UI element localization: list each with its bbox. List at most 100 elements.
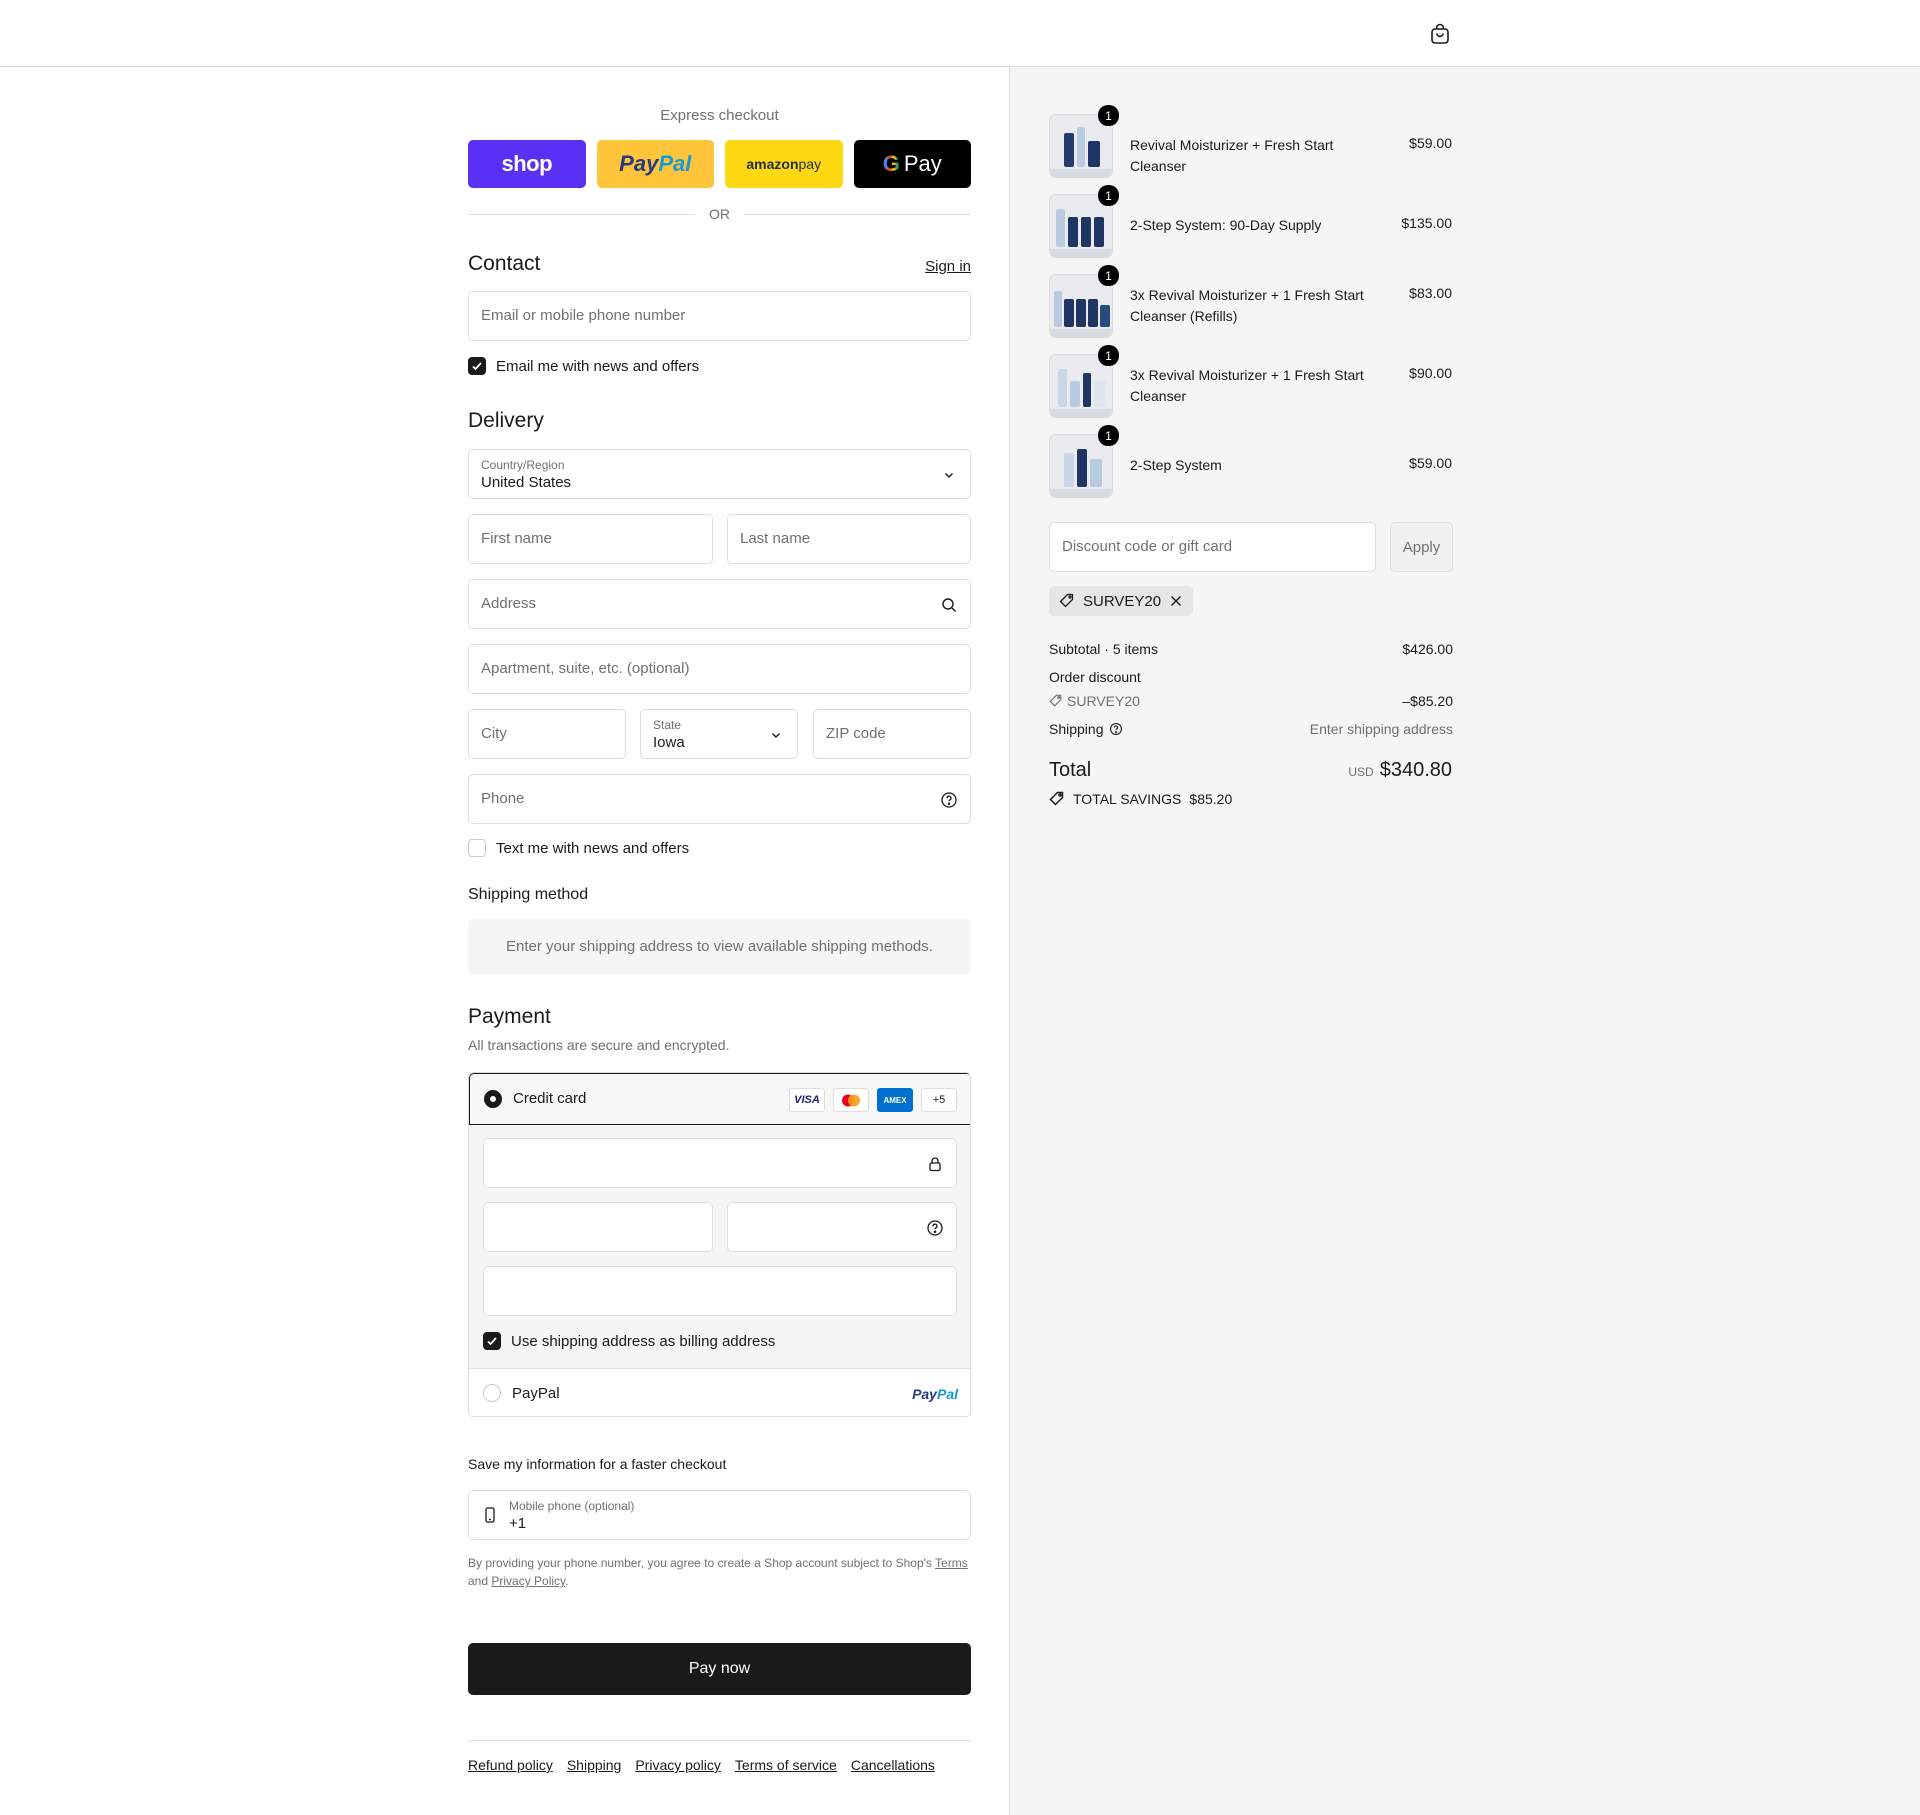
last-name-field[interactable]: Last name (727, 514, 971, 564)
security-code-field[interactable] (727, 1202, 957, 1252)
more-cards-badge: +5 (921, 1088, 957, 1112)
country-select[interactable]: Country/Region United States (468, 449, 971, 499)
cart-item: 1 3x Revival Moisturizer + 1 Fresh Start… (1049, 345, 1452, 418)
order-discount-row: Order discount (1049, 669, 1141, 685)
name-on-card-field[interactable] (483, 1266, 957, 1316)
visa-icon: VISA (789, 1088, 825, 1112)
checkmark-icon (472, 362, 482, 371)
amex-icon: AMEX (877, 1088, 913, 1112)
refund-policy-link[interactable]: Refund policy (468, 1757, 553, 1773)
paypal-radio[interactable] (483, 1384, 501, 1402)
cancellations-link[interactable]: Cancellations (851, 1757, 935, 1773)
discount-code-row: SURVEY20 –$85.20 (1049, 693, 1453, 711)
expiration-field[interactable] (483, 1202, 713, 1252)
card-logos: VISA AMEX +5 (789, 1088, 957, 1112)
email-field[interactable]: Email or mobile phone number (468, 291, 971, 341)
payment-description: All transactions are secure and encrypte… (468, 1037, 730, 1053)
help-circle-icon[interactable] (1109, 722, 1123, 736)
email-news-label: Email me with news and offers (496, 357, 700, 375)
total-value: USD $340.80 (1348, 759, 1452, 781)
sign-in-link[interactable]: Sign in (925, 258, 971, 275)
paypal-button[interactable]: Pay Pal (596, 140, 714, 188)
shop-pay-button[interactable]: shop (468, 140, 586, 188)
close-icon[interactable] (1169, 594, 1183, 608)
quantity-badge: 1 (1098, 185, 1119, 206)
item-name: 3x Revival Moisturizer + 1 Fresh Start C… (1130, 367, 1364, 404)
email-news-checkbox[interactable] (468, 357, 486, 375)
footer-links: Refund policy Shipping Privacy policy Te… (468, 1757, 935, 1773)
item-price: $83.00 (1409, 285, 1452, 301)
item-price: $135.00 (1401, 215, 1452, 231)
search-icon (942, 598, 956, 612)
tag-icon (1049, 791, 1064, 806)
shipping-policy-link[interactable]: Shipping (567, 1757, 622, 1773)
total-savings: TOTAL SAVINGS $85.20 (1049, 791, 1232, 807)
item-name: 3x Revival Moisturizer + 1 Fresh Start C… (1130, 287, 1364, 324)
quantity-badge: 1 (1098, 105, 1119, 126)
item-price: $59.00 (1409, 135, 1452, 151)
cart-item: 1 Revival Moisturizer + Fresh Start Clea… (1049, 105, 1452, 178)
item-price: $59.00 (1409, 455, 1452, 471)
paypal-option[interactable]: PayPal PayPal (469, 1369, 970, 1416)
privacy-policy-link[interactable]: Privacy Policy (491, 1574, 565, 1588)
mobile-phone-icon (485, 1507, 495, 1523)
text-news-label: Text me with news and offers (496, 839, 690, 857)
tag-icon (1059, 593, 1074, 608)
email-news-checkbox-row[interactable]: Email me with news and offers (468, 357, 699, 375)
credit-card-radio[interactable] (484, 1090, 502, 1108)
payment-methods: Credit card VISA AMEX +5 Use shipping ad… (468, 1072, 971, 1417)
credit-card-form: Use shipping address as billing address (469, 1125, 970, 1369)
apply-discount-button[interactable]: Apply (1390, 522, 1453, 572)
quantity-badge: 1 (1098, 265, 1119, 286)
discount-code-input[interactable]: Discount code or gift card (1049, 522, 1376, 572)
checkmark-icon (487, 1337, 497, 1346)
shop-terms-text: By providing your phone number, you agre… (468, 1556, 968, 1588)
card-number-field[interactable] (483, 1138, 957, 1188)
paypal-logo: PayPal (912, 1386, 958, 1402)
terms-of-service-link[interactable]: Terms of service (735, 1757, 837, 1773)
billing-address-checkbox[interactable] (483, 1332, 501, 1350)
tag-icon (1049, 694, 1062, 707)
text-news-checkbox-row[interactable]: Text me with news and offers (468, 839, 689, 857)
zip-field[interactable]: ZIP code (813, 709, 971, 759)
save-info-title: Save my information for a faster checkou… (468, 1456, 727, 1472)
mastercard-icon (833, 1088, 869, 1112)
credit-card-option[interactable]: Credit card VISA AMEX +5 (469, 1073, 970, 1125)
shopping-bag-icon[interactable] (1428, 22, 1452, 46)
applied-discount-chip: SURVEY20 (1049, 586, 1194, 616)
text-news-checkbox[interactable] (468, 839, 486, 857)
express-checkout-title: Express checkout (660, 107, 779, 124)
item-name: 2-Step System: 90-Day Supply (1130, 217, 1322, 233)
state-select[interactable]: State Iowa (640, 709, 798, 759)
terms-link[interactable]: Terms (935, 1556, 968, 1570)
shipping-method-info: Enter your shipping address to view avai… (468, 919, 971, 974)
quantity-badge: 1 (1098, 425, 1119, 446)
apartment-field[interactable]: Apartment, suite, etc. (optional) (468, 644, 971, 694)
privacy-policy-footer-link[interactable]: Privacy policy (635, 1757, 721, 1773)
chevron-down-icon (772, 733, 780, 738)
first-name-field[interactable]: First name (468, 514, 713, 564)
billing-address-checkbox-row[interactable]: Use shipping address as billing address (483, 1332, 775, 1350)
subtotal-row: Subtotal · 5 items $426.00 (1049, 641, 1453, 657)
phone-field[interactable]: Phone (468, 774, 971, 824)
footer-divider (468, 1740, 971, 1741)
city-field[interactable]: City (468, 709, 626, 759)
mobile-phone-field[interactable]: Mobile phone (optional) +1 (468, 1490, 971, 1540)
address-field[interactable]: Address (468, 579, 971, 629)
quantity-badge: 1 (1098, 345, 1119, 366)
help-circle-icon[interactable] (940, 791, 958, 809)
pay-now-button[interactable]: Pay now (468, 1643, 971, 1695)
google-pay-button[interactable]: G Pay (853, 140, 971, 188)
total-label: Total (1049, 759, 1092, 781)
header (0, 0, 1920, 67)
express-checkout-buttons: shop Pay Pal amazon pay G Pay (468, 140, 971, 188)
order-summary: 1 Revival Moisturizer + Fresh Start Clea… (1009, 67, 1920, 1815)
chevron-down-icon (945, 473, 953, 478)
cart-item: 1 2-Step System: 90-Day Supply $135.00 (1049, 185, 1452, 258)
lock-icon (929, 1157, 941, 1172)
amazon-pay-button[interactable]: amazon pay (725, 140, 843, 188)
contact-title: Contact (468, 252, 541, 275)
help-circle-icon[interactable] (926, 1219, 944, 1237)
payment-title: Payment (468, 1005, 551, 1028)
delivery-title: Delivery (468, 409, 544, 432)
